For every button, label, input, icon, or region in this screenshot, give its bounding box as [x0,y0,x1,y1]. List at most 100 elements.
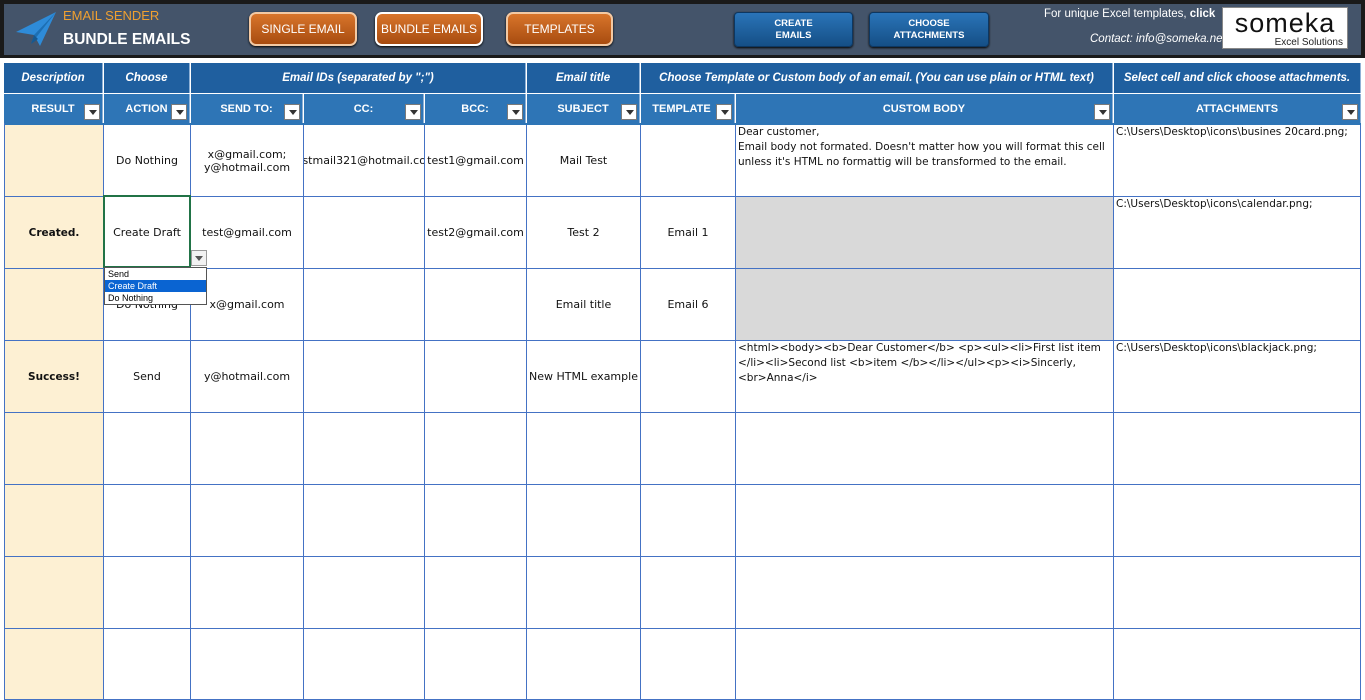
action-cell[interactable]: Do Nothing [104,125,191,197]
bcc-cell[interactable]: test2@gmail.com [425,197,527,269]
cc-cell[interactable] [304,413,425,485]
custom-body-cell[interactable] [736,197,1114,269]
filter-dropdown-icon[interactable] [171,104,187,120]
send-to-cell[interactable]: y@hotmail.com [191,341,304,413]
template-cell-value: Email 1 [667,226,709,239]
filter-dropdown-icon[interactable] [716,104,732,120]
result-cell[interactable] [5,485,104,557]
result-cell[interactable] [5,629,104,700]
filter-dropdown-icon[interactable] [284,104,300,120]
filter-dropdown-icon[interactable] [84,104,100,120]
subject-cell[interactable] [527,485,641,557]
attachments-cell[interactable]: C:\Users\Desktop\icons\blackjack.png; [1114,341,1361,413]
result-cell[interactable] [5,125,104,197]
filter-dropdown-icon[interactable] [405,104,421,120]
filter-dropdown-icon[interactable] [1094,104,1110,120]
result-cell[interactable] [5,269,104,341]
choose-attachments-button[interactable]: CHOOSE ATTACHMENTS [869,12,989,47]
dropdown-option-create-draft[interactable]: Create Draft [105,280,206,292]
template-cell[interactable] [641,413,736,485]
template-cell[interactable] [641,629,736,700]
action-cell[interactable]: Send [104,341,191,413]
send-to-cell[interactable]: test@gmail.com [191,197,304,269]
bcc-cell[interactable]: test1@gmail.com [425,125,527,197]
template-cell[interactable]: Email 1 [641,197,736,269]
subject-cell[interactable] [527,413,641,485]
subject-cell[interactable] [527,557,641,629]
result-cell[interactable] [5,413,104,485]
promo-link[interactable]: For unique Excel templates, click → [1044,8,1220,23]
cc-cell[interactable] [304,557,425,629]
filter-dropdown-icon[interactable] [621,104,637,120]
custom-body-cell[interactable] [736,629,1114,700]
bcc-cell[interactable] [425,557,527,629]
filter-dropdown-icon[interactable] [507,104,523,120]
action-cell-value: Create Draft [113,226,181,239]
attachments-cell[interactable] [1114,485,1361,557]
template-cell[interactable] [641,557,736,629]
subject-cell[interactable]: Mail Test [527,125,641,197]
subject-cell[interactable] [527,629,641,700]
col-header-template: TEMPLATE [641,94,735,123]
cc-cell[interactable] [304,485,425,557]
action-cell[interactable]: Create Draft [104,197,191,269]
cc-cell[interactable] [304,197,425,269]
single-email-button[interactable]: SINGLE EMAIL [249,12,357,46]
action-cell[interactable] [104,629,191,700]
result-cell[interactable]: Created. [5,197,104,269]
cc-cell[interactable]: testmail321@hotmail.com [304,125,425,197]
send-to-cell[interactable] [191,413,304,485]
send-to-cell-value: x@gmail.com [209,298,285,311]
custom-body-cell[interactable] [736,413,1114,485]
cc-cell[interactable] [304,341,425,413]
send-to-cell[interactable] [191,485,304,557]
action-cell[interactable] [104,413,191,485]
subject-cell[interactable]: New HTML example [527,341,641,413]
action-cell-value: Send [133,370,161,383]
custom-body-cell[interactable] [736,557,1114,629]
bcc-cell[interactable] [425,485,527,557]
bcc-cell[interactable] [425,413,527,485]
dropdown-option-do-nothing[interactable]: Do Nothing [105,292,206,304]
dropdown-option-send[interactable]: Send [105,268,206,280]
custom-body-cell[interactable]: <html><body><b>Dear Customer</b> <p><ul>… [736,341,1114,413]
bcc-cell[interactable] [425,269,527,341]
templates-button[interactable]: TEMPLATES [506,12,613,46]
attachments-cell[interactable] [1114,557,1361,629]
action-cell[interactable] [104,485,191,557]
attachments-cell[interactable] [1114,413,1361,485]
template-cell[interactable] [641,125,736,197]
custom-body-cell[interactable]: Dear customer, Email body not formated. … [736,125,1114,197]
cc-cell[interactable] [304,629,425,700]
attachments-cell-value: C:\Users\Desktop\icons\busines 20card.pn… [1116,126,1348,138]
send-to-cell[interactable] [191,557,304,629]
send-to-cell-value: test@gmail.com [202,226,292,239]
subject-cell[interactable]: Email title [527,269,641,341]
col-header-result: RESULT [4,94,103,123]
create-emails-button[interactable]: CREATE EMAILS [734,12,853,47]
cell-dropdown-arrow-icon[interactable] [191,250,207,266]
bundle-emails-button[interactable]: BUNDLE EMAILS [375,12,483,46]
send-to-cell[interactable]: x@gmail.com; y@hotmail.com [191,125,304,197]
cc-cell[interactable] [304,269,425,341]
subject-cell[interactable]: Test 2 [527,197,641,269]
attachments-cell[interactable] [1114,269,1361,341]
attachments-cell[interactable] [1114,629,1361,700]
bcc-cell[interactable] [425,341,527,413]
someka-logo[interactable]: someka Excel Solutions [1222,7,1348,49]
action-cell[interactable] [104,557,191,629]
custom-body-cell[interactable] [736,269,1114,341]
template-cell[interactable]: Email 6 [641,269,736,341]
result-cell[interactable]: Success! [5,341,104,413]
send-to-cell[interactable]: x@gmail.com [191,269,304,341]
attachments-cell[interactable]: C:\Users\Desktop\icons\calendar.png; [1114,197,1361,269]
send-to-cell[interactable] [191,629,304,700]
bcc-cell[interactable] [425,629,527,700]
custom-body-cell[interactable] [736,485,1114,557]
template-cell[interactable] [641,341,736,413]
template-cell[interactable] [641,485,736,557]
result-cell-value: Created. [28,226,80,239]
attachments-cell[interactable]: C:\Users\Desktop\icons\busines 20card.pn… [1114,125,1361,197]
result-cell[interactable] [5,557,104,629]
filter-dropdown-icon[interactable] [1342,104,1358,120]
